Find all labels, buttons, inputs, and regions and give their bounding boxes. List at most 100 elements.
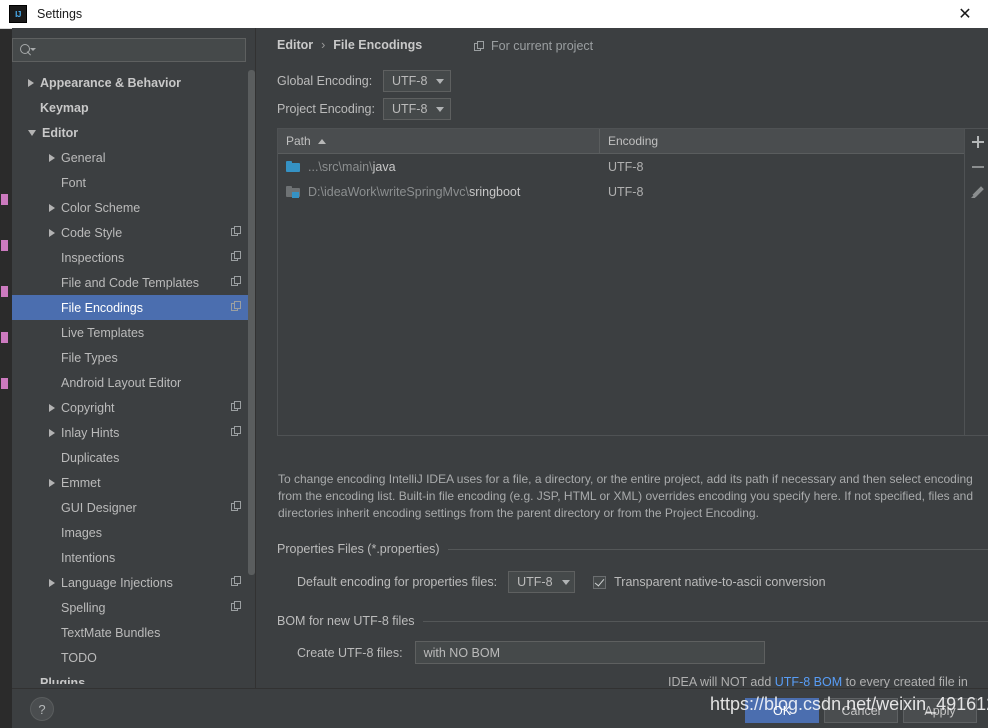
- sidebar-scrollbar[interactable]: [248, 70, 255, 684]
- table-row[interactable]: D:\ideaWork\writeSpringMvc\ sringboot UTF-…: [278, 179, 964, 204]
- transparent-native-to-ascii-label: Transparent native-to-ascii conversion: [614, 575, 826, 589]
- add-path-button[interactable]: [965, 129, 988, 154]
- default-properties-encoding-combo[interactable]: UTF-8: [508, 571, 576, 593]
- tree-no-arrow: [28, 103, 34, 112]
- project-encoding-label: Project Encoding:: [277, 102, 375, 116]
- sidebar-item-duplicates[interactable]: Duplicates: [12, 445, 255, 470]
- sidebar-item-code-style[interactable]: Code Style: [12, 220, 255, 245]
- sidebar-item-label: Code Style: [61, 225, 123, 240]
- sidebar-item-label: Android Layout Editor: [61, 375, 182, 390]
- sidebar-item-label: Duplicates: [61, 450, 120, 465]
- sidebar-item-keymap[interactable]: Keymap: [12, 95, 255, 120]
- chevron-right-icon[interactable]: [49, 203, 55, 212]
- tree-no-arrow: [49, 178, 55, 187]
- sidebar-item-emmet[interactable]: Emmet: [12, 470, 255, 495]
- sidebar-item-todo[interactable]: TODO: [12, 645, 255, 670]
- sidebar-item-inspections[interactable]: Inspections: [12, 245, 255, 270]
- breadcrumb-parent[interactable]: Editor: [277, 38, 313, 52]
- group-divider: [447, 548, 988, 550]
- project-encoding-combo[interactable]: UTF-8: [383, 98, 451, 120]
- create-utf8-files-combo[interactable]: with NO BOM: [414, 641, 765, 664]
- project-scope-icon: [231, 276, 242, 287]
- path-prefix: ...\src\main\: [308, 159, 373, 174]
- sidebar-item-plugins[interactable]: Plugins: [12, 670, 255, 685]
- for-current-project-label: For current project: [474, 39, 593, 53]
- table-row[interactable]: ...\src\main\ java UTF-8: [278, 154, 964, 179]
- chevron-right-icon[interactable]: [49, 578, 55, 587]
- ok-button[interactable]: OK: [745, 698, 819, 723]
- sidebar-item-spelling[interactable]: Spelling: [12, 595, 255, 620]
- settings-tree[interactable]: Appearance & Behavior Keymap Editor General…: [12, 70, 255, 684]
- project-encoding-row: Project Encoding: UTF-8: [277, 98, 451, 120]
- settings-search[interactable]: [12, 38, 246, 62]
- chevron-down-icon[interactable]: [28, 129, 36, 136]
- sidebar-item-copyright[interactable]: Copyright: [12, 395, 255, 420]
- remove-path-button[interactable]: [965, 154, 988, 179]
- sidebar-item-live-templates[interactable]: Live Templates: [12, 320, 255, 345]
- dialog-body: Appearance & Behavior Keymap Editor General…: [12, 28, 988, 703]
- bom-hint-prefix: IDEA will NOT add: [668, 675, 775, 689]
- column-header-path[interactable]: Path: [278, 129, 600, 153]
- tree-no-arrow: [49, 528, 55, 537]
- background-editor-strip: [0, 28, 12, 728]
- sidebar-item-appearance-behavior[interactable]: Appearance & Behavior: [12, 70, 255, 95]
- sidebar-item-intentions[interactable]: Intentions: [12, 545, 255, 570]
- bom-group-header: BOM for new UTF-8 files: [277, 614, 988, 628]
- encodings-description: To change encoding IntelliJ IDEA uses fo…: [278, 472, 974, 520]
- edit-path-button[interactable]: [965, 179, 988, 204]
- chevron-down-icon: [436, 78, 445, 84]
- default-properties-encoding-value: UTF-8: [517, 575, 553, 589]
- sidebar-item-label: File Types: [61, 350, 118, 365]
- path-name: sringboot: [468, 184, 521, 199]
- close-icon[interactable]: ✕: [942, 0, 988, 27]
- project-scope-icon: [474, 40, 485, 52]
- sidebar-item-label: Live Templates: [61, 325, 145, 340]
- table-cell-path: ...\src\main\ java: [278, 160, 600, 174]
- sidebar-item-textmate-bundles[interactable]: TextMate Bundles: [12, 620, 255, 645]
- sidebar-item-label: Font: [61, 175, 87, 190]
- sidebar-scrollbar-thumb[interactable]: [248, 70, 255, 575]
- sidebar-item-android-layout-editor[interactable]: Android Layout Editor: [12, 370, 255, 395]
- search-input[interactable]: [34, 42, 245, 58]
- sidebar-item-editor[interactable]: Editor: [12, 120, 255, 145]
- properties-files-group-title: Properties Files (*.properties): [277, 542, 440, 556]
- table-cell-encoding[interactable]: UTF-8: [600, 160, 964, 174]
- sidebar-item-images[interactable]: Images: [12, 520, 255, 545]
- sidebar-item-label: Color Scheme: [61, 200, 141, 215]
- sidebar-item-file-and-code-templates[interactable]: File and Code Templates: [12, 270, 255, 295]
- chevron-right-icon[interactable]: [49, 478, 55, 487]
- sidebar-item-color-scheme[interactable]: Color Scheme: [12, 195, 255, 220]
- help-button[interactable]: ?: [30, 697, 54, 721]
- pencil-icon: [971, 185, 984, 198]
- apply-button[interactable]: Apply: [903, 698, 977, 723]
- create-utf8-files-label: Create UTF-8 files:: [297, 645, 403, 660]
- sidebar-item-file-encodings[interactable]: File Encodings: [12, 295, 255, 320]
- project-encoding-value: UTF-8: [392, 102, 428, 116]
- table-cell-encoding[interactable]: UTF-8: [600, 185, 964, 199]
- sidebar-item-label: Editor: [42, 125, 79, 140]
- tree-no-arrow: [49, 278, 55, 287]
- chevron-right-icon[interactable]: [49, 403, 55, 412]
- sidebar-item-inlay-hints[interactable]: Inlay Hints: [12, 420, 255, 445]
- breadcrumb-separator-icon: ›: [321, 38, 326, 52]
- chevron-right-icon[interactable]: [49, 428, 55, 437]
- global-encoding-combo[interactable]: UTF-8: [383, 70, 451, 92]
- sidebar-item-label: Spelling: [61, 600, 106, 615]
- default-properties-encoding-row: Default encoding for properties files: U…: [297, 571, 826, 593]
- tree-no-arrow: [49, 378, 55, 387]
- utf8-bom-link[interactable]: UTF-8 BOM: [775, 675, 842, 689]
- sidebar-item-file-types[interactable]: File Types: [12, 345, 255, 370]
- sidebar-item-language-injections[interactable]: Language Injections: [12, 570, 255, 595]
- transparent-native-to-ascii-checkbox[interactable]: [593, 575, 607, 589]
- column-header-encoding[interactable]: Encoding: [600, 129, 964, 153]
- cancel-button[interactable]: Cancel: [824, 698, 898, 723]
- project-scope-icon: [231, 601, 242, 612]
- plus-icon: [971, 135, 984, 148]
- sidebar-item-font[interactable]: Font: [12, 170, 255, 195]
- sidebar-item-gui-designer[interactable]: GUI Designer: [12, 495, 255, 520]
- sidebar-item-general[interactable]: General: [12, 145, 255, 170]
- chevron-right-icon[interactable]: [49, 228, 55, 237]
- chevron-right-icon[interactable]: [28, 78, 34, 87]
- chevron-down-icon: [436, 106, 445, 112]
- chevron-right-icon[interactable]: [49, 153, 55, 162]
